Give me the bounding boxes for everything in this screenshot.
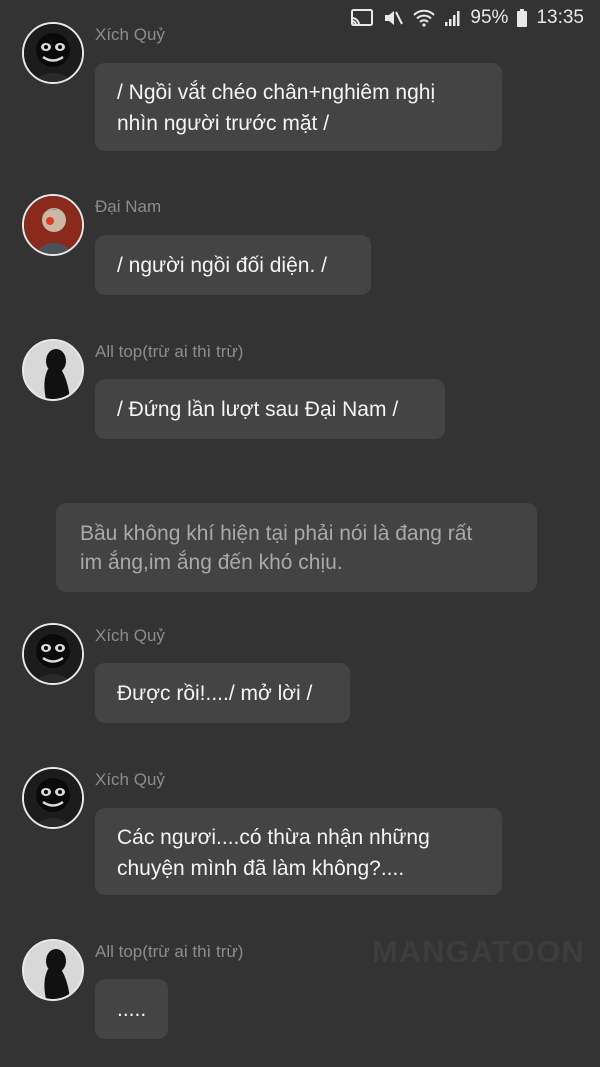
avatar[interactable] (22, 339, 84, 401)
message-text-line: / Đứng lần lượt sau Đại Nam / (117, 398, 399, 421)
message-bubble: / Ngồi vắt chéo chân+nghiêm nghị nhìn ng… (95, 63, 502, 151)
sender-name: All top(trừ ai thì trừ) (95, 942, 244, 961)
avatar[interactable] (22, 623, 84, 685)
message-text-line: / người ngồi đối diện. / (117, 254, 327, 277)
watermark: MANGATOON (372, 934, 585, 969)
wifi-icon (412, 8, 436, 28)
battery-percent: 95% (470, 7, 509, 28)
clock: 13:35 (536, 7, 584, 28)
message-text-line: Các ngươi....có thừa nhận những (117, 826, 430, 849)
avatar[interactable] (22, 194, 84, 256)
sender-name: Xích Quỷ (95, 626, 165, 645)
signal-icon (444, 8, 462, 28)
message-text-line: Được rồi!..../ mở lời / (117, 682, 313, 705)
avatar[interactable] (22, 939, 84, 1001)
sender-name: Xích Quỷ (95, 770, 165, 789)
status-bar: 95% 13:35 (0, 0, 600, 36)
narration-line: Bầu không khí hiện tại phải nói là đang … (80, 522, 473, 545)
cast-icon (350, 8, 374, 28)
mute-icon (382, 8, 404, 28)
message-bubble: Các ngươi....có thừa nhận những chuyện m… (95, 808, 502, 895)
message-text-line: / Ngồi vắt chéo chân+nghiêm nghị (117, 81, 436, 104)
battery-icon (516, 8, 528, 28)
sender-name: All top(trừ ai thì trừ) (95, 342, 244, 361)
message-bubble: / Đứng lần lượt sau Đại Nam / (95, 379, 445, 439)
narration-box: Bầu không khí hiện tại phải nói là đang … (56, 503, 537, 592)
message-bubble: Được rồi!..../ mở lời / (95, 663, 350, 723)
message-bubble: / người ngồi đối diện. / (95, 235, 371, 295)
message-text-line: chuyện mình đã làm không?.... (117, 857, 405, 880)
sender-name: Xích Quỷ (95, 25, 165, 44)
message-text-line: ..... (117, 998, 147, 1021)
narration-line: im ắng,im ắng đến khó chịu. (80, 551, 343, 574)
avatar[interactable] (22, 22, 84, 84)
message-text-line: nhìn người trước mặt / (117, 112, 330, 135)
message-bubble: ..... (95, 979, 168, 1039)
sender-name: Đại Nam (95, 197, 162, 216)
avatar[interactable] (22, 767, 84, 829)
